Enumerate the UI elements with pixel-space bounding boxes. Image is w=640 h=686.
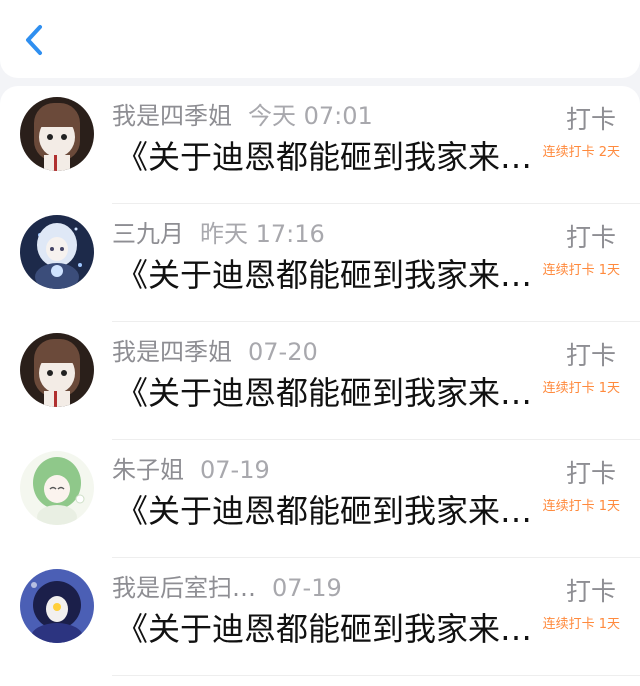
divider — [112, 675, 640, 676]
avatar[interactable] — [20, 97, 94, 171]
post-title[interactable]: 《关于迪恩都能砸到我家来… — [116, 490, 536, 532]
checkin-label: 打卡 — [565, 105, 616, 134]
top-bar — [0, 0, 640, 78]
author-name[interactable]: 三九月 — [112, 220, 184, 248]
checkin-label: 打卡 — [565, 577, 616, 606]
post-title[interactable]: 《关于迪恩都能砸到我家来… — [116, 608, 536, 650]
post-time: 07-19 — [200, 456, 270, 484]
post-meta: 三九月 昨天 17:16 — [112, 218, 325, 250]
streak-badge: 连续打卡 1天 — [542, 499, 620, 514]
streak-badge: 连续打卡 2天 — [542, 145, 620, 160]
checkin-label: 打卡 — [565, 223, 616, 252]
avatar[interactable] — [20, 215, 94, 289]
list-item[interactable]: 我是四季姐 今天 07:01 《关于迪恩都能砸到我家来… 打卡 连续打卡 2天 — [0, 86, 640, 204]
post-meta: 我是后室扫… 07-19 — [112, 572, 342, 604]
list-item[interactable]: 朱子姐 07-19 《关于迪恩都能砸到我家来… 打卡 连续打卡 1天 — [0, 440, 640, 558]
post-meta: 我是四季姐 07-20 — [112, 336, 318, 368]
author-name[interactable]: 我是四季姐 — [112, 102, 232, 130]
checkin-label: 打卡 — [565, 459, 616, 488]
author-name[interactable]: 朱子姐 — [112, 456, 184, 484]
checkin-list: 我是四季姐 今天 07:01 《关于迪恩都能砸到我家来… 打卡 连续打卡 2天 三… — [0, 86, 640, 686]
post-time: 昨天 17:16 — [200, 220, 325, 248]
avatar[interactable] — [20, 333, 94, 407]
post-meta: 我是四季姐 今天 07:01 — [112, 100, 373, 132]
streak-badge: 连续打卡 1天 — [542, 381, 620, 396]
author-name[interactable]: 我是后室扫… — [112, 574, 256, 602]
author-name[interactable]: 我是四季姐 — [112, 338, 232, 366]
post-time: 今天 07:01 — [248, 102, 373, 130]
post-title[interactable]: 《关于迪恩都能砸到我家来… — [116, 372, 536, 414]
post-time: 07-19 — [272, 574, 342, 602]
list-item[interactable]: 我是四季姐 07-20 《关于迪恩都能砸到我家来… 打卡 连续打卡 1天 — [0, 322, 640, 440]
checkin-label: 打卡 — [565, 341, 616, 370]
chevron-left-icon — [26, 25, 42, 55]
post-meta: 朱子姐 07-19 — [112, 454, 270, 486]
list-item[interactable]: 三九月 昨天 17:16 《关于迪恩都能砸到我家来… 打卡 连续打卡 1天 — [0, 204, 640, 322]
avatar[interactable] — [20, 569, 94, 643]
streak-badge: 连续打卡 1天 — [542, 617, 620, 632]
back-button[interactable] — [18, 20, 52, 60]
list-item[interactable]: 我是后室扫… 07-19 《关于迪恩都能砸到我家来… 打卡 连续打卡 1天 — [0, 558, 640, 676]
streak-badge: 连续打卡 1天 — [542, 263, 620, 278]
post-title[interactable]: 《关于迪恩都能砸到我家来… — [116, 136, 536, 178]
post-title[interactable]: 《关于迪恩都能砸到我家来… — [116, 254, 536, 296]
avatar[interactable] — [20, 451, 94, 525]
post-time: 07-20 — [248, 338, 318, 366]
